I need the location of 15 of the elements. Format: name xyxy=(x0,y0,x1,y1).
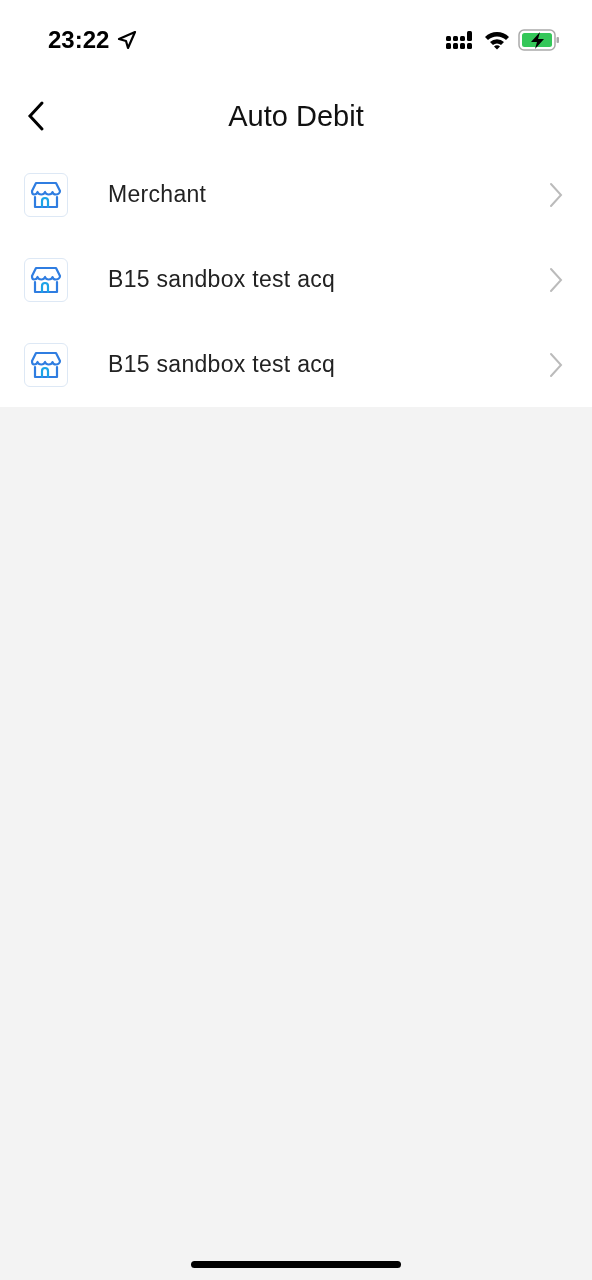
chevron-right-icon xyxy=(548,180,564,209)
store-icon xyxy=(30,349,62,380)
store-icon xyxy=(30,264,62,295)
merchant-name: B15 sandbox test acq xyxy=(108,351,337,378)
back-icon xyxy=(26,100,46,132)
wifi-icon xyxy=(484,30,510,50)
status-time: 23:22 xyxy=(48,26,110,54)
page-title: Auto Debit xyxy=(228,99,364,133)
location-arrow-icon xyxy=(117,30,138,50)
chevron-right-icon xyxy=(548,350,564,379)
chevron-right-icon xyxy=(548,265,564,294)
merchant-name: B15 sandbox test acq xyxy=(108,266,337,293)
store-icon xyxy=(30,179,62,210)
battery-icon xyxy=(518,29,560,51)
merchant-name: Merchant xyxy=(108,181,208,208)
